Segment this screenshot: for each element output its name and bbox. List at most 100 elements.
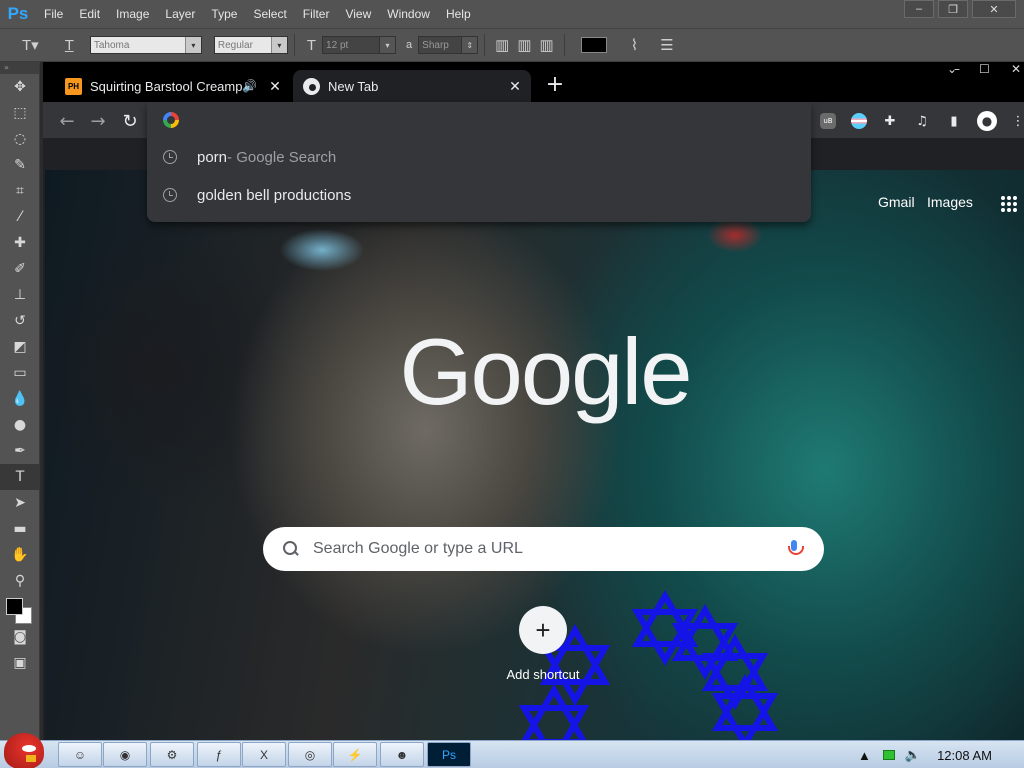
ps-restore-button[interactable]: ❐ bbox=[938, 0, 968, 18]
shape-tool-icon[interactable]: ▬ bbox=[0, 516, 40, 542]
ps-minimize-button[interactable]: – bbox=[904, 0, 934, 18]
path-select-tool-icon[interactable]: ➤ bbox=[0, 490, 40, 516]
taskbar-app-button[interactable]: ⚙ bbox=[150, 742, 194, 767]
clock[interactable]: 12:08 AM bbox=[937, 748, 992, 763]
type-tool-preset-icon[interactable]: T▾ bbox=[22, 36, 39, 54]
menu-layer[interactable]: Layer bbox=[157, 0, 203, 28]
align-right-icon[interactable]: ▥ bbox=[540, 36, 554, 54]
chrome-minimize-button[interactable]: – bbox=[954, 62, 960, 76]
menu-file[interactable]: File bbox=[36, 0, 71, 28]
search-input[interactable] bbox=[313, 540, 782, 558]
gmail-link[interactable]: Gmail bbox=[878, 194, 915, 210]
font-style-select[interactable]: Regular ▾ bbox=[213, 36, 288, 54]
foreground-color[interactable] bbox=[6, 598, 23, 615]
microphone-icon[interactable] bbox=[782, 537, 806, 561]
tab-title: New Tab bbox=[328, 78, 379, 94]
chrome-close-button[interactable]: ✕ bbox=[1011, 62, 1021, 76]
taskbar-app-button[interactable]: ◎ bbox=[288, 742, 332, 767]
menu-help[interactable]: Help bbox=[438, 0, 479, 28]
puzzle-extensions-icon[interactable]: ✚ bbox=[880, 111, 900, 131]
images-link[interactable]: Images bbox=[927, 194, 973, 210]
lasso-tool-icon[interactable]: ◌ bbox=[0, 126, 40, 152]
tab-pornhub[interactable]: PH Squirting Barstool Creampie 🔊 ✕ bbox=[55, 70, 291, 102]
taskbar-photoshop-button[interactable]: Ps bbox=[427, 742, 471, 767]
quick-mask-icon[interactable]: ◙ bbox=[0, 624, 40, 650]
profile-avatar-icon[interactable]: ● bbox=[977, 111, 997, 131]
menu-type[interactable]: Type bbox=[203, 0, 245, 28]
taskbar-flash-button[interactable]: ƒ bbox=[197, 742, 241, 767]
ublock-extension-icon[interactable]: uB bbox=[820, 113, 836, 129]
photoshop-logo[interactable]: Ps bbox=[0, 0, 36, 28]
omnibox-dropdown: porn - Google Search golden bell product… bbox=[147, 102, 811, 222]
move-tool-icon[interactable]: ✥ bbox=[0, 74, 40, 100]
menu-select[interactable]: Select bbox=[245, 0, 294, 28]
tab-new-tab[interactable]: New Tab ✕ bbox=[293, 70, 531, 102]
pornhub-favicon-icon: PH bbox=[65, 77, 82, 95]
type-tool-icon[interactable]: T bbox=[0, 464, 40, 490]
network-icon[interactable] bbox=[882, 750, 895, 760]
taskbar-chrome-button[interactable]: ◉ bbox=[103, 742, 147, 767]
tools-panel-header[interactable]: » bbox=[0, 62, 39, 74]
new-tab-button[interactable]: + bbox=[543, 72, 567, 97]
font-family-select[interactable]: Tahoma ▾ bbox=[89, 36, 202, 54]
add-shortcut-tile[interactable]: + Add shortcut bbox=[495, 606, 591, 682]
close-tab-button[interactable]: ✕ bbox=[265, 78, 285, 95]
ntp-search-box[interactable] bbox=[263, 527, 824, 571]
side-panel-icon[interactable]: ▮ bbox=[944, 111, 964, 131]
toggle-orientation-icon[interactable]: T̲ bbox=[65, 37, 74, 54]
menu-filter[interactable]: Filter bbox=[295, 0, 338, 28]
omnibox-suggestion[interactable]: porn - Google Search bbox=[147, 138, 811, 176]
antialias-select[interactable]: Sharp ⇕ bbox=[418, 36, 479, 54]
chrome-menu-icon[interactable]: ⋮ bbox=[1008, 111, 1024, 131]
ps-close-button[interactable]: ✕ bbox=[972, 0, 1016, 18]
speaker-icon[interactable]: 🔊 bbox=[242, 79, 257, 93]
tab-title: Squirting Barstool Creampie bbox=[90, 78, 243, 94]
tray-expand-icon[interactable]: ▲ bbox=[858, 748, 871, 763]
brush-tool-icon[interactable]: ✐ bbox=[0, 256, 40, 282]
volume-icon[interactable]: 🔈 bbox=[905, 747, 921, 763]
menu-window[interactable]: Window bbox=[379, 0, 438, 28]
omnibox-suggestion[interactable]: golden bell productions bbox=[147, 176, 811, 214]
forward-button[interactable]: → bbox=[86, 110, 110, 132]
screen-mode-icon[interactable]: ▣ bbox=[0, 650, 40, 676]
back-button[interactable]: ← bbox=[55, 110, 79, 132]
menu-edit[interactable]: Edit bbox=[71, 0, 108, 28]
align-left-icon[interactable]: ▥ bbox=[495, 36, 509, 54]
taskbar-app-button[interactable]: ⚡ bbox=[333, 742, 377, 767]
reload-button[interactable]: ↻ bbox=[118, 110, 142, 132]
healing-brush-tool-icon[interactable]: ✚ bbox=[0, 230, 40, 256]
menu-image[interactable]: Image bbox=[108, 0, 157, 28]
blur-tool-icon[interactable]: 💧 bbox=[0, 386, 40, 412]
chrome-maximize-button[interactable]: ☐ bbox=[979, 62, 990, 76]
stamp-tool-icon[interactable]: ⊥ bbox=[0, 282, 40, 308]
chrome-window: PH Squirting Barstool Creampie 🔊 ✕ New T… bbox=[43, 62, 1024, 740]
start-button-bird-icon[interactable] bbox=[4, 733, 44, 768]
flag-extension-icon[interactable] bbox=[851, 113, 867, 129]
antialias-icon: a bbox=[406, 39, 413, 51]
crop-tool-icon[interactable]: ⌗ bbox=[0, 178, 40, 204]
close-tab-button[interactable]: ✕ bbox=[505, 78, 525, 95]
history-brush-tool-icon[interactable]: ↺ bbox=[0, 308, 40, 334]
font-size-select[interactable]: 12 pt ▾ bbox=[322, 36, 397, 54]
quick-select-tool-icon[interactable]: ✎ bbox=[0, 152, 40, 178]
eyedropper-tool-icon[interactable]: ⁄ bbox=[0, 204, 40, 230]
pen-tool-icon[interactable]: ✒ bbox=[0, 438, 40, 464]
warp-text-icon[interactable]: ⌇ bbox=[631, 36, 638, 54]
taskbar-app-button[interactable]: ☻ bbox=[380, 742, 424, 767]
eraser-tool-icon[interactable]: ◩ bbox=[0, 334, 40, 360]
taskbar-app-button[interactable]: X bbox=[242, 742, 286, 767]
photoshop-window-controls: – ❐ ✕ bbox=[904, 0, 1016, 20]
text-color-swatch[interactable] bbox=[580, 37, 607, 53]
google-apps-icon[interactable] bbox=[1001, 196, 1017, 212]
dodge-tool-icon[interactable]: ● bbox=[0, 412, 40, 438]
taskbar-app-button[interactable]: ☺ bbox=[58, 742, 102, 767]
menu-view[interactable]: View bbox=[337, 0, 379, 28]
align-center-icon[interactable]: ▥ bbox=[517, 36, 531, 54]
color-swatches[interactable] bbox=[0, 594, 39, 624]
zoom-tool-icon[interactable]: ⚲ bbox=[0, 568, 40, 594]
hand-tool-icon[interactable]: ✋ bbox=[0, 542, 40, 568]
character-panel-icon[interactable]: ☰ bbox=[660, 36, 673, 54]
marquee-tool-icon[interactable]: ⬚ bbox=[0, 100, 40, 126]
gradient-tool-icon[interactable]: ▭ bbox=[0, 360, 40, 386]
media-controls-icon[interactable]: ♫ bbox=[912, 111, 932, 131]
